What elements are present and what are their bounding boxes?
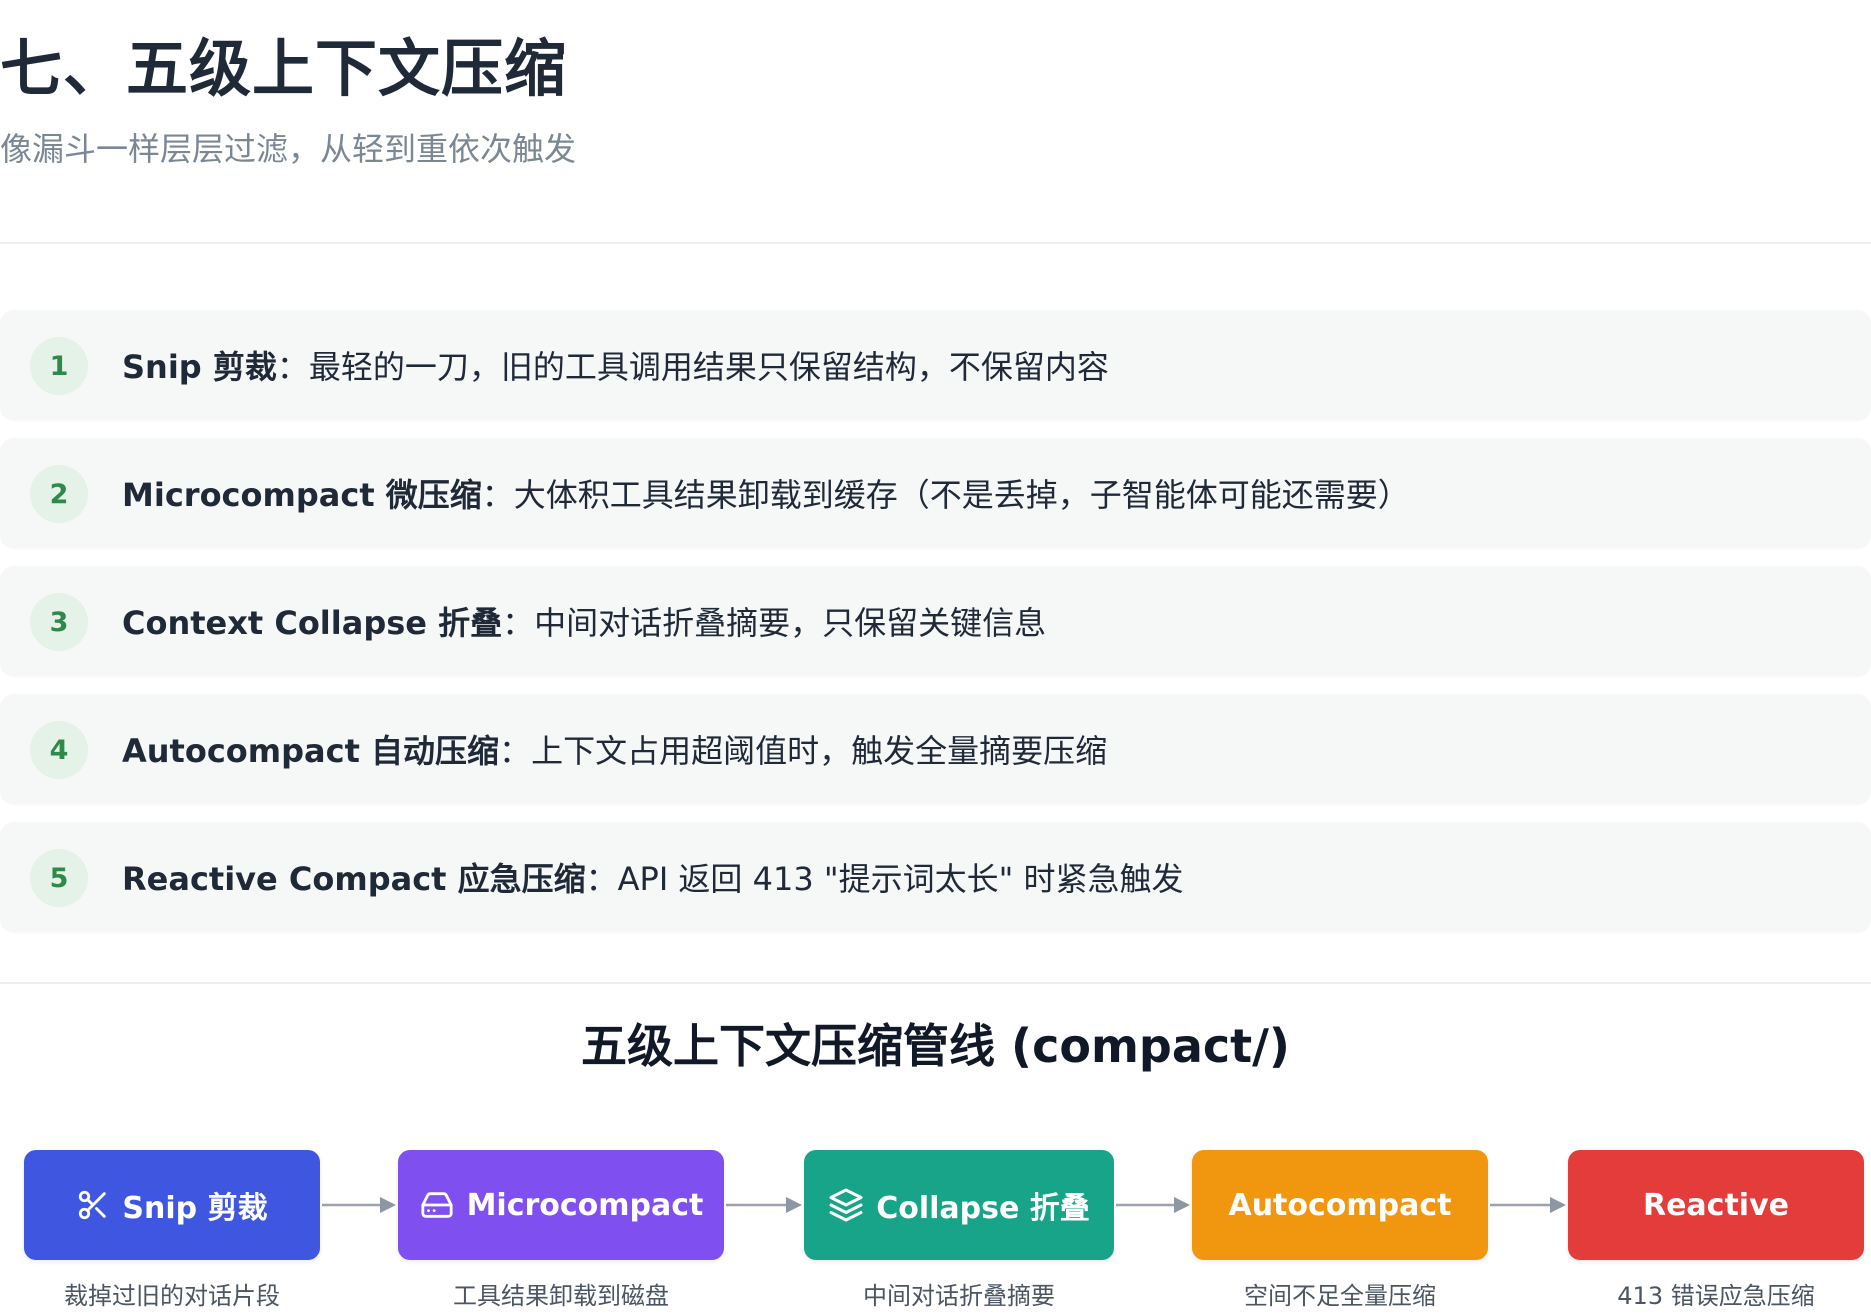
step-text: Reactive Compact 应急压缩： API 返回 413 "提示词太长"…	[122, 822, 1183, 932]
step-card: 1 Snip 剪裁：最轻的一刀，旧的工具调用结果只保留结构，不保留内容	[0, 310, 1871, 420]
step-number-badge: 2	[30, 465, 88, 523]
step-separator: ：	[585, 860, 618, 898]
stage-label: Reactive	[1642, 1187, 1789, 1223]
step-description: 上下文占用超阈值时，触发全量摘要压缩	[531, 732, 1108, 770]
step-text: Snip 剪裁：最轻的一刀，旧的工具调用结果只保留结构，不保留内容	[122, 310, 1109, 420]
hard-drive-icon	[419, 1188, 455, 1222]
stage-caption: 工具结果卸载到磁盘	[453, 1282, 669, 1310]
stage-label: Autocompact	[1228, 1187, 1452, 1223]
step-name: Microcompact 微压缩	[122, 476, 482, 514]
step-card: 5 Reactive Compact 应急压缩： API 返回 413 "提示词太…	[0, 822, 1871, 932]
step-separator: ：	[499, 732, 532, 770]
step-name: Snip 剪裁	[122, 348, 277, 386]
step-text: Context Collapse 折叠：中间对话折叠摘要，只保留关键信息	[122, 566, 1046, 676]
step-separator: ：	[276, 348, 309, 386]
stage-microcompact: Microcompact	[398, 1150, 724, 1260]
step-card: 4 Autocompact 自动压缩：上下文占用超阈值时，触发全量摘要压缩	[0, 694, 1871, 804]
step-name: Context Collapse 折叠	[122, 604, 503, 642]
step-separator: ：	[481, 476, 514, 514]
stage-caption: 中间对话折叠摘要	[863, 1282, 1055, 1310]
stage-reactive: Reactive	[1568, 1150, 1864, 1260]
step-text: Autocompact 自动压缩：上下文占用超阈值时，触发全量摘要压缩	[122, 694, 1107, 804]
step-description: 中间对话折叠摘要，只保留关键信息	[534, 604, 1047, 642]
page-title: 七、五级上下文压缩	[0, 32, 568, 105]
scissors-icon	[76, 1188, 110, 1222]
stage-caption: 413 错误应急压缩	[1617, 1282, 1815, 1310]
stage-label: Microcompact	[466, 1187, 704, 1223]
step-text: Microcompact 微压缩：大体积工具结果卸载到缓存（不是丢掉，子智能体可…	[122, 438, 1410, 548]
step-number-badge: 4	[30, 721, 88, 779]
step-description: 大体积工具结果卸载到缓存（不是丢掉，子智能体可能还需要）	[513, 476, 1410, 514]
step-card: 3 Context Collapse 折叠：中间对话折叠摘要，只保留关键信息	[0, 566, 1871, 676]
arrow-right-icon	[726, 1197, 802, 1213]
step-description: 最轻的一刀，旧的工具调用结果只保留结构，不保留内容	[308, 348, 1109, 386]
stage-label: Collapse 折叠	[876, 1191, 1090, 1226]
pipeline-title: 五级上下文压缩管线 (compact/)	[581, 1019, 1290, 1073]
step-separator: ：	[502, 604, 535, 642]
arrow-right-icon	[322, 1197, 396, 1213]
page: 七、五级上下文压缩 像漏斗一样层层过滤，从轻到重依次触发 1 Snip 剪裁：最…	[0, 0, 1871, 1314]
step-name: Autocompact 自动压缩	[122, 732, 500, 770]
arrow-right-icon	[1490, 1197, 1566, 1213]
stage-caption: 裁掉过旧的对话片段	[64, 1282, 280, 1310]
step-description: API 返回 413 "提示词太长" 时紧急触发	[617, 860, 1184, 898]
step-number-badge: 3	[30, 593, 88, 651]
stage-collapse: Collapse 折叠	[804, 1150, 1114, 1260]
divider	[0, 242, 1871, 244]
stage-autocompact: Autocompact	[1192, 1150, 1488, 1260]
page-subtitle: 像漏斗一样层层过滤，从轻到重依次触发	[0, 130, 577, 168]
step-card: 2 Microcompact 微压缩：大体积工具结果卸载到缓存（不是丢掉，子智能…	[0, 438, 1871, 548]
layers-icon	[828, 1187, 864, 1223]
stage-snip: Snip 剪裁	[24, 1150, 320, 1260]
arrow-right-icon	[1116, 1197, 1190, 1213]
stage-label: Snip 剪裁	[122, 1191, 268, 1226]
divider	[0, 982, 1871, 984]
step-number-badge: 1	[30, 337, 88, 395]
stage-caption: 空间不足全量压缩	[1244, 1282, 1436, 1310]
step-name: Reactive Compact 应急压缩	[122, 860, 586, 898]
step-number-badge: 5	[30, 849, 88, 907]
